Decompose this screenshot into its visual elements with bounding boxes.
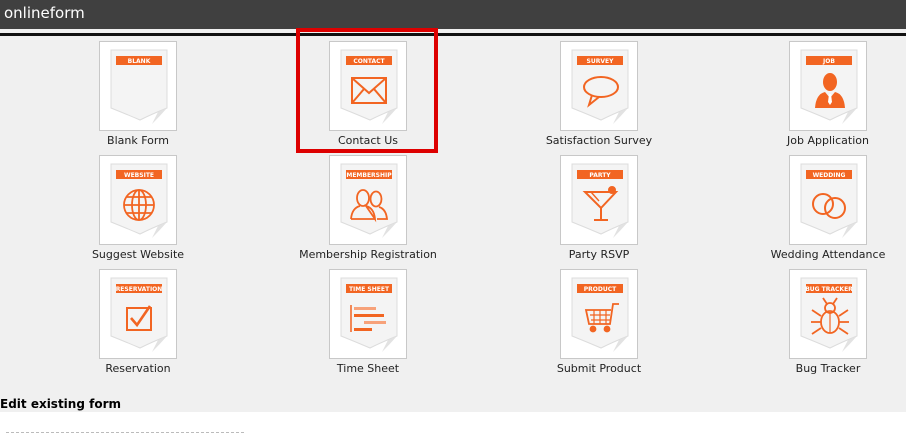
template-label[interactable]: Membership Registration <box>288 248 448 261</box>
template-card[interactable]: PARTY <box>560 155 638 245</box>
selected-template-highlight <box>296 28 438 153</box>
template-tile-time-sheet[interactable]: TIME SHEET Time Sheet <box>288 269 448 381</box>
template-label[interactable]: Wedding Attendance <box>748 248 906 261</box>
template-label[interactable]: Suggest Website <box>58 248 218 261</box>
template-tile-wedding[interactable]: WEDDING Wedding Attendance <box>748 155 906 267</box>
template-badge: PRODUCT <box>584 286 617 293</box>
template-badge: RESERVATION <box>116 286 163 293</box>
template-badge: BLANK <box>128 58 151 65</box>
template-tile-blank[interactable]: BLANK Blank Form <box>58 41 218 153</box>
template-tile-job[interactable]: JOB Job Application <box>748 41 906 153</box>
template-badge: SURVEY <box>587 58 615 65</box>
template-tile-product[interactable]: PRODUCT Submit Product <box>519 269 679 381</box>
template-label[interactable]: Job Application <box>748 134 906 147</box>
template-card[interactable]: JOB <box>789 41 867 131</box>
template-card[interactable]: WEBSITE <box>99 155 177 245</box>
template-grid: BLANK Blank Form CONTACT Contact Us SURV… <box>0 0 906 380</box>
template-card[interactable]: RESERVATION <box>99 269 177 359</box>
template-label[interactable]: Blank Form <box>58 134 218 147</box>
template-card[interactable]: MEMBERSHIP <box>329 155 407 245</box>
template-label[interactable]: Reservation <box>58 362 218 375</box>
template-tile-membership[interactable]: MEMBERSHIP Membership Registration <box>288 155 448 267</box>
template-tile-survey[interactable]: SURVEY Satisfaction Survey <box>519 41 679 153</box>
template-tile-reservation[interactable]: RESERVATION Reservation <box>58 269 218 381</box>
template-card[interactable]: BUG TRACKER <box>789 269 867 359</box>
template-label[interactable]: Bug Tracker <box>748 362 906 375</box>
template-badge: JOB <box>822 58 835 65</box>
template-card[interactable]: SURVEY <box>560 41 638 131</box>
existing-forms-panel <box>0 412 906 438</box>
template-card[interactable]: WEDDING <box>789 155 867 245</box>
divider <box>6 432 244 433</box>
template-badge: BUG TRACKER <box>805 286 853 293</box>
template-card[interactable]: BLANK <box>99 41 177 131</box>
template-card[interactable]: PRODUCT <box>560 269 638 359</box>
edit-existing-form-heading: Edit existing form <box>0 397 121 411</box>
template-badge: PARTY <box>589 172 611 179</box>
template-label[interactable]: Time Sheet <box>288 362 448 375</box>
template-badge: MEMBERSHIP <box>346 172 392 179</box>
template-tile-party[interactable]: PARTY Party RSVP <box>519 155 679 267</box>
template-badge: TIME SHEET <box>349 286 390 293</box>
template-tile-website[interactable]: WEBSITE Suggest Website <box>58 155 218 267</box>
template-badge: WEDDING <box>813 172 846 179</box>
template-badge: WEBSITE <box>124 172 154 179</box>
template-label[interactable]: Satisfaction Survey <box>519 134 679 147</box>
template-label[interactable]: Party RSVP <box>519 248 679 261</box>
template-tile-bug-tracker[interactable]: BUG TRACKER Bug Tracker <box>748 269 906 381</box>
globe-icon <box>123 189 155 221</box>
template-label[interactable]: Submit Product <box>519 362 679 375</box>
template-card[interactable]: TIME SHEET <box>329 269 407 359</box>
